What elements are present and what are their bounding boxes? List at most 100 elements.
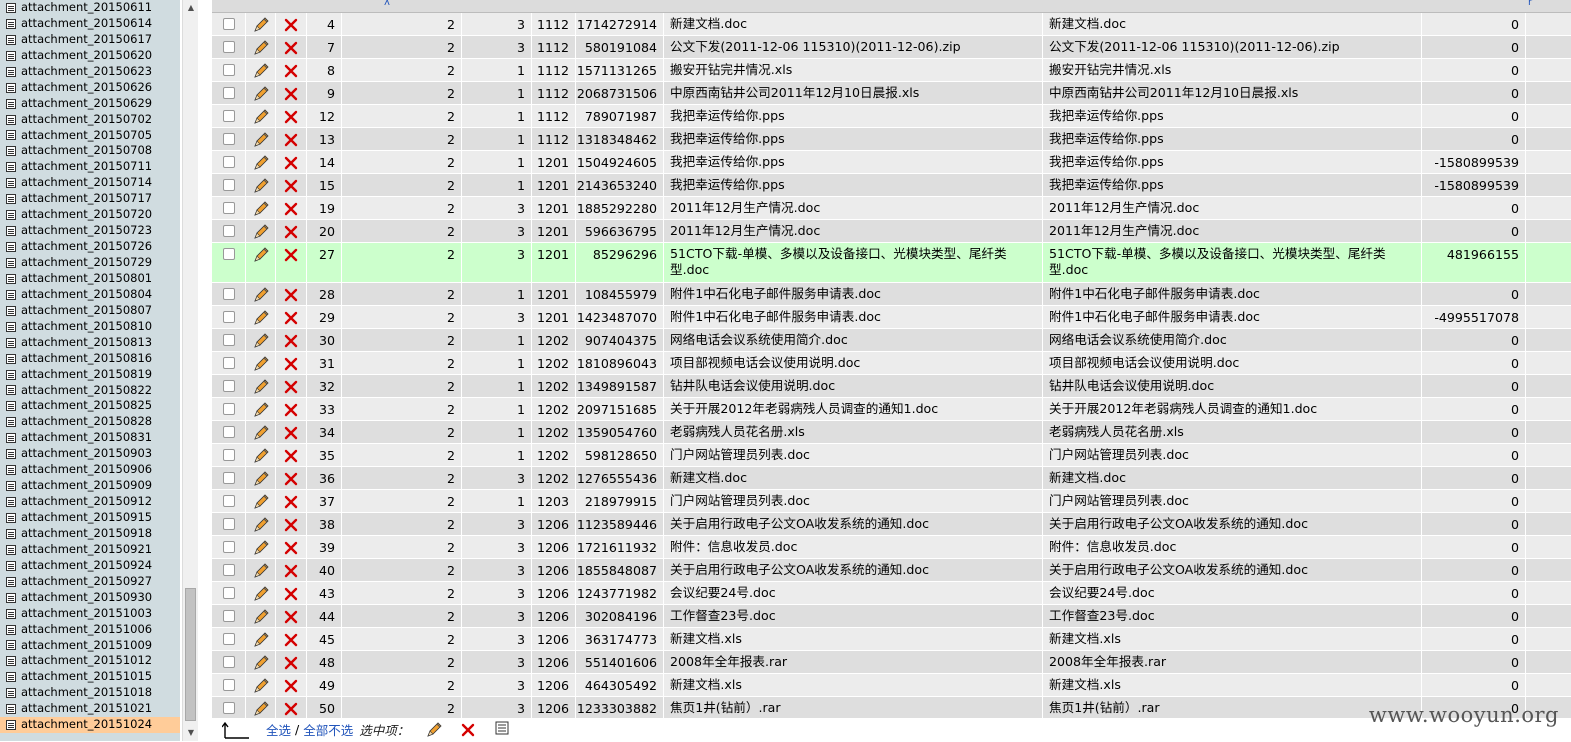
delete-x-icon[interactable] [284,17,298,32]
pencil-icon[interactable] [252,155,270,171]
table-row[interactable]: 20 2 3 1201 596636795 2011年12月生产情况.doc 2011年12… [212,220,1571,243]
pencil-icon[interactable] [252,563,270,579]
sidebar-item[interactable]: attachment_20150831 [0,430,180,446]
row-checkbox[interactable] [222,156,235,168]
sidebar-item[interactable]: attachment_20150702 [0,112,180,128]
delete-x-icon[interactable] [284,517,298,532]
delete-x-icon[interactable] [284,379,298,394]
sidebar-item[interactable]: attachment_20150810 [0,319,180,335]
export-icon[interactable] [495,721,509,738]
delete-x-icon[interactable] [284,425,298,440]
sidebar-item[interactable]: attachment_20150708 [0,143,180,159]
sidebar-item[interactable]: attachment_20150819 [0,367,180,383]
pencil-icon[interactable] [252,678,270,694]
table-row[interactable]: 33 2 1 1202 2097151685 关于开展2012年老弱病残人员调查的通知1.… [212,398,1571,421]
row-checkbox[interactable] [222,610,235,622]
sidebar-item[interactable]: attachment_20150626 [0,80,180,96]
scroll-down-arrow-icon[interactable]: ▼ [183,725,199,741]
row-checkbox[interactable] [222,64,235,76]
pencil-icon[interactable] [252,201,270,217]
delete-x-icon[interactable] [284,678,298,693]
sort-marker[interactable]: r [1528,0,1532,8]
delete-x-icon[interactable] [284,247,298,262]
sidebar-item[interactable]: attachment_20150726 [0,239,180,255]
sidebar-item[interactable]: attachment_20150813 [0,335,180,351]
sidebar-item[interactable]: attachment_20150906 [0,462,180,478]
pencil-icon[interactable] [252,609,270,625]
sidebar-item[interactable]: attachment_20150614 [0,16,180,32]
sidebar-item[interactable]: attachment_20150620 [0,48,180,64]
sidebar-item[interactable]: attachment_20151009 [0,638,180,654]
pencil-icon[interactable] [252,86,270,102]
row-checkbox[interactable] [222,426,235,438]
sidebar-item[interactable]: attachment_20151012 [0,653,180,669]
delete-x-icon[interactable] [284,132,298,147]
pencil-icon[interactable] [252,178,270,194]
sidebar-item[interactable]: attachment_20150909 [0,478,180,494]
sidebar-item[interactable]: attachment_20151003 [0,606,180,622]
pencil-icon[interactable] [252,517,270,533]
row-checkbox[interactable] [222,133,235,145]
delete-x-icon[interactable] [284,224,298,239]
pencil-icon[interactable] [252,655,270,671]
pencil-icon[interactable] [252,132,270,148]
row-checkbox[interactable] [222,110,235,122]
table-row[interactable]: 9 2 1 1112 2068731506 中原西南钻井公司2011年12月10日晨报.x… [212,82,1571,105]
row-checkbox[interactable] [222,587,235,599]
delete-x-icon[interactable] [284,632,298,647]
delete-x-icon[interactable] [284,287,298,302]
row-checkbox[interactable] [222,311,235,323]
table-row[interactable]: 43 2 3 1206 1243771982 会议纪要24号.doc 会议纪要24号.doc… [212,582,1571,605]
row-checkbox[interactable] [222,472,235,484]
row-checkbox[interactable] [222,679,235,691]
sidebar-item[interactable]: attachment_20150720 [0,207,180,223]
sidebar-item[interactable]: attachment_20150921 [0,542,180,558]
delete-x-icon[interactable] [284,310,298,325]
pencil-icon[interactable] [252,540,270,556]
delete-x-icon[interactable] [284,109,298,124]
row-checkbox[interactable] [222,202,235,214]
pencil-icon[interactable] [252,310,270,326]
delete-x-icon[interactable] [461,722,475,737]
table-row[interactable]: 13 2 1 1112 1318348462 我把幸运传给你.pps 我把幸运传给你.pps… [212,128,1571,151]
table-row[interactable]: 19 2 3 1201 1885292280 2011年12月生产情况.doc 2011年1… [212,197,1571,220]
sidebar-item[interactable]: attachment_20150617 [0,32,180,48]
pencil-icon[interactable] [252,632,270,648]
delete-x-icon[interactable] [284,178,298,193]
delete-x-icon[interactable] [284,333,298,348]
delete-x-icon[interactable] [284,609,298,624]
sidebar-item[interactable]: attachment_20151024 [0,717,180,734]
table-row[interactable]: 29 2 3 1201 1423487070 附件1中石化电子邮件服务申请表.doc 附件1… [212,306,1571,329]
scrollbar-thumb[interactable] [185,588,196,721]
row-checkbox[interactable] [222,633,235,645]
table-row[interactable]: 38 2 3 1206 1123589446 关于启用行政电子公文OA收发系统的通知.do… [212,513,1571,536]
row-checkbox[interactable] [222,656,235,668]
pencil-icon[interactable] [252,333,270,349]
sidebar-item[interactable]: attachment_20150801 [0,271,180,287]
pencil-icon[interactable] [252,63,270,79]
sidebar-item[interactable]: attachment_20150729 [0,255,180,271]
table-row[interactable]: 37 2 1 1203 218979915 门户网站管理员列表.doc 门户网站管理员列表.… [212,490,1571,513]
pencil-icon[interactable] [252,40,270,56]
delete-x-icon[interactable] [284,448,298,463]
table-row[interactable]: 15 2 1 1201 2143653240 我把幸运传给你.pps 我把幸运传给你.pps… [212,174,1571,197]
table-row[interactable]: 30 2 1 1202 907404375 网络电话会议系统使用简介.doc 网络电话会议系… [212,329,1571,352]
sort-marker[interactable]: λ [384,0,390,8]
row-checkbox[interactable] [222,357,235,369]
table-row[interactable]: 35 2 1 1202 598128650 门户网站管理员列表.doc 门户网站管理员列表.… [212,444,1571,467]
table-row[interactable]: 49231206464305492新建文档.xls新建文档.xls00 [212,674,1571,697]
sidebar-item[interactable]: attachment_20150918 [0,526,180,542]
sidebar-scrollbar[interactable]: ▲ ▼ [182,0,198,741]
row-checkbox[interactable] [222,225,235,237]
row-checkbox[interactable] [222,702,235,714]
delete-x-icon[interactable] [284,155,298,170]
sidebar-item[interactable]: attachment_20150828 [0,414,180,430]
table-row[interactable]: 48 2 3 1206 551401606 2008年全年报表.rar 2008年全年报表.… [212,651,1571,674]
scroll-up-arrow-icon[interactable]: ▲ [183,0,199,16]
sidebar-item[interactable]: attachment_20150714 [0,175,180,191]
table-row[interactable]: 50 2 3 1206 1233303882 焦页1井(钻前）.rar 焦页1井(钻前）.r… [212,697,1571,720]
row-checkbox[interactable] [222,403,235,415]
row-checkbox[interactable] [222,449,235,461]
delete-x-icon[interactable] [284,402,298,417]
row-checkbox[interactable] [222,541,235,553]
